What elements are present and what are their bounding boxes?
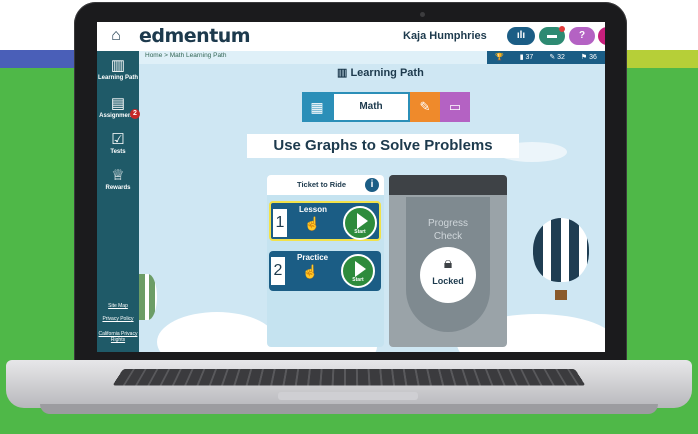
assignments-badge: 2 <box>130 109 140 119</box>
play-icon <box>357 213 368 229</box>
learning-path-title-text: Learning Path <box>350 67 424 79</box>
unit-title: Use Graphs to Solve Problems <box>247 134 519 158</box>
sidebar-item-label: Learning Path <box>97 75 138 81</box>
progress-button[interactable]: ılı <box>507 27 535 45</box>
calculator-icon[interactable]: ▦ <box>302 92 332 122</box>
progress-check-line2: Check <box>433 231 463 242</box>
progress-check-tube: Progress Check 🔒︎ Locked <box>406 197 490 332</box>
sidebar-item-learning-path[interactable]: ▥ Learning Path <box>97 57 139 81</box>
breadcrumb[interactable]: Home > Math Learning Path <box>145 52 226 59</box>
edmentum-logo[interactable]: edmentum <box>139 25 251 47</box>
progress-check-text: Progress Check <box>406 217 490 243</box>
subject-selector: ▦ Math ✎ ▭ <box>302 92 470 122</box>
sidebar-item-label: Tests <box>110 149 126 155</box>
stage: ⌂ edmentum Kaja Humphries ılı ▬ ? ⇥ ▥ Le… <box>0 0 698 434</box>
site-map-link[interactable]: Site Map <box>97 303 139 309</box>
info-icon[interactable]: i <box>365 178 379 192</box>
lesson-step[interactable]: 1 Lesson ☝ Start <box>269 201 381 241</box>
lock-icon: 🔒︎ <box>443 255 453 272</box>
start-label: Start <box>354 229 366 235</box>
reward-stats: 🏆 ▮ 37 ✎ 32 ⚑ 36 <box>487 51 605 64</box>
app-screen: ⌂ edmentum Kaja Humphries ılı ▬ ? ⇥ ▥ Le… <box>97 22 605 352</box>
app-header: ⌂ edmentum Kaja Humphries ılı ▬ ? ⇥ <box>97 22 605 51</box>
hot-air-balloon-small <box>139 274 157 320</box>
pencil-icon[interactable]: ✎ <box>410 92 440 122</box>
privacy-policy-link[interactable]: Privacy Policy <box>97 316 139 322</box>
sidebar: ▥ Learning Path ▤ Assignments 2 ☑ Tests … <box>97 51 140 352</box>
play-icon <box>355 261 366 277</box>
step-number: 2 <box>271 257 285 285</box>
sidebar-item-label: Rewards <box>105 185 131 191</box>
trophy-stat-icon: 🏆 <box>495 54 504 61</box>
map-icon: ▥ <box>110 57 126 74</box>
flags-stat: ⚑ 36 <box>580 54 597 61</box>
practice-start-button[interactable]: Start <box>341 254 375 288</box>
touch-icon: ☝ <box>302 264 319 279</box>
learning-path-title: ▥ Learning Path <box>337 67 424 79</box>
books-stat: ▮ 37 <box>519 54 534 61</box>
user-name[interactable]: Kaja Humphries <box>403 30 487 42</box>
flags-count: 36 <box>589 54 597 61</box>
step-label: Practice <box>297 253 329 262</box>
notification-dot <box>559 26 565 32</box>
step-number: 1 <box>273 209 287 237</box>
locked-indicator: 🔒︎ Locked <box>420 247 476 303</box>
help-button[interactable]: ? <box>569 27 595 45</box>
progress-check-line1: Progress <box>427 218 468 229</box>
subject-name[interactable]: Math <box>332 92 410 122</box>
lesson-start-button[interactable]: Start <box>343 206 377 240</box>
laptop-keyboard <box>112 368 586 386</box>
logout-button[interactable]: ⇥ <box>598 27 605 45</box>
step-label: Lesson <box>299 205 328 214</box>
sidebar-item-tests[interactable]: ☑ Tests <box>97 131 139 155</box>
start-label: Start <box>352 277 364 283</box>
practice-step[interactable]: 2 Practice ☝ Start <box>269 251 381 291</box>
touch-icon: ☝ <box>304 216 321 231</box>
sidebar-item-rewards[interactable]: ♕ Rewards <box>97 167 139 191</box>
ticket-card: Ticket to Ride i 1 Lesson ☝ Start 2 Prac… <box>267 175 384 347</box>
balloon-basket <box>555 290 567 300</box>
progress-check-header <box>389 175 507 195</box>
california-privacy-link[interactable]: California Privacy Rights <box>97 331 139 343</box>
book-icon[interactable]: ▭ <box>440 92 470 122</box>
locked-label: Locked <box>432 276 464 286</box>
tests-icon: ☑ <box>111 131 125 148</box>
books-count: 37 <box>525 54 534 61</box>
trophy-icon: ♕ <box>111 167 125 184</box>
webcam <box>420 12 425 17</box>
pencils-stat: ✎ 32 <box>549 54 565 61</box>
home-icon[interactable]: ⌂ <box>107 27 125 45</box>
hot-air-balloon <box>533 218 589 282</box>
pencils-count: 32 <box>557 54 565 61</box>
breadcrumb-bar: Home > Math Learning Path 🏆 ▮ 37 ✎ 32 ⚑ … <box>139 51 605 64</box>
laptop-trackpad <box>278 392 418 400</box>
laptop-base-bottom <box>40 404 658 414</box>
progress-check-card: Progress Check 🔒︎ Locked <box>389 175 507 347</box>
